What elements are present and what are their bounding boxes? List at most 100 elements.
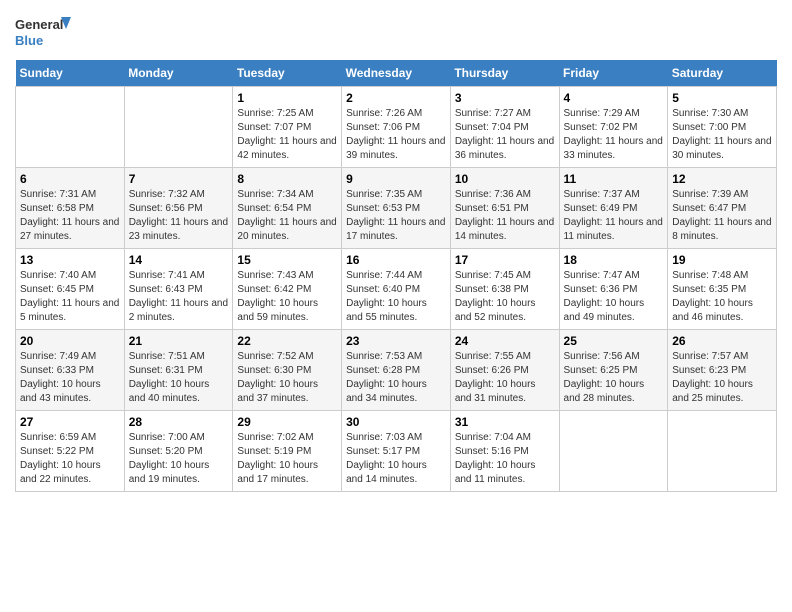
calendar-cell: 16 Sunrise: 7:44 AMSunset: 6:40 PMDayligh… bbox=[342, 249, 451, 330]
calendar-cell: 1Sunrise: 7:25 AMSunset: 7:07 PMDaylight… bbox=[233, 87, 342, 168]
calendar-cell: 31 Sunrise: 7:04 AMSunset: 5:16 PMDayligh… bbox=[450, 411, 559, 492]
calendar-week-1: 1Sunrise: 7:25 AMSunset: 7:07 PMDaylight… bbox=[16, 87, 777, 168]
calendar-table: SundayMondayTuesdayWednesdayThursdayFrid… bbox=[15, 60, 777, 492]
calendar-week-4: 20 Sunrise: 7:49 AMSunset: 6:33 PMDayligh… bbox=[16, 330, 777, 411]
day-info: Sunrise: 7:02 AMSunset: 5:19 PMDaylight:… bbox=[237, 431, 337, 487]
calendar-cell: 5 Sunrise: 7:30 AMSunset: 7:00 PMDaylight… bbox=[668, 87, 777, 168]
svg-text:General: General bbox=[15, 17, 63, 32]
day-info: Sunrise: 7:34 AMSunset: 6:54 PMDaylight:… bbox=[237, 188, 337, 244]
calendar-cell: 15 Sunrise: 7:43 AMSunset: 6:42 PMDayligh… bbox=[233, 249, 342, 330]
day-info: Sunrise: 7:35 AMSunset: 6:53 PMDaylight:… bbox=[346, 188, 446, 244]
day-number: 7 bbox=[129, 172, 229, 186]
day-info: Sunrise: 7:57 AMSunset: 6:23 PMDaylight:… bbox=[672, 350, 772, 406]
calendar-cell: 2 Sunrise: 7:26 AMSunset: 7:06 PMDaylight… bbox=[342, 87, 451, 168]
calendar-cell bbox=[124, 87, 233, 168]
day-info: Sunrise: 7:26 AMSunset: 7:06 PMDaylight:… bbox=[346, 107, 446, 163]
calendar-week-5: 27 Sunrise: 6:59 AMSunset: 5:22 PMDayligh… bbox=[16, 411, 777, 492]
day-number: 15 bbox=[237, 253, 337, 267]
day-info: Sunrise: 7:32 AMSunset: 6:56 PMDaylight:… bbox=[129, 188, 229, 244]
calendar-cell: 19 Sunrise: 7:48 AMSunset: 6:35 PMDayligh… bbox=[668, 249, 777, 330]
day-number: 17 bbox=[455, 253, 555, 267]
calendar-cell: 30 Sunrise: 7:03 AMSunset: 5:17 PMDayligh… bbox=[342, 411, 451, 492]
col-header-sunday: Sunday bbox=[16, 60, 125, 87]
day-info: Sunrise: 7:47 AMSunset: 6:36 PMDaylight:… bbox=[564, 269, 664, 325]
day-number: 27 bbox=[20, 415, 120, 429]
day-info: Sunrise: 7:30 AMSunset: 7:00 PMDaylight:… bbox=[672, 107, 772, 163]
day-number: 20 bbox=[20, 334, 120, 348]
calendar-cell: 25Sunrise: 7:56 AMSunset: 6:25 PMDayligh… bbox=[559, 330, 668, 411]
day-number: 6 bbox=[20, 172, 120, 186]
day-number: 29 bbox=[237, 415, 337, 429]
calendar-cell: 7 Sunrise: 7:32 AMSunset: 6:56 PMDaylight… bbox=[124, 168, 233, 249]
calendar-cell: 24Sunrise: 7:55 AMSunset: 6:26 PMDayligh… bbox=[450, 330, 559, 411]
calendar-cell: 23 Sunrise: 7:53 AMSunset: 6:28 PMDayligh… bbox=[342, 330, 451, 411]
day-number: 16 bbox=[346, 253, 446, 267]
col-header-tuesday: Tuesday bbox=[233, 60, 342, 87]
day-number: 14 bbox=[129, 253, 229, 267]
calendar-cell: 18 Sunrise: 7:47 AMSunset: 6:36 PMDayligh… bbox=[559, 249, 668, 330]
day-number: 22 bbox=[237, 334, 337, 348]
day-number: 28 bbox=[129, 415, 229, 429]
header: GeneralBlue bbox=[15, 15, 777, 50]
day-info: Sunrise: 7:00 AMSunset: 5:20 PMDaylight:… bbox=[129, 431, 229, 487]
day-number: 18 bbox=[564, 253, 664, 267]
calendar-cell: 12Sunrise: 7:39 AMSunset: 6:47 PMDayligh… bbox=[668, 168, 777, 249]
day-number: 12 bbox=[672, 172, 772, 186]
calendar-cell: 21 Sunrise: 7:51 AMSunset: 6:31 PMDayligh… bbox=[124, 330, 233, 411]
calendar-cell: 6 Sunrise: 7:31 AMSunset: 6:58 PMDaylight… bbox=[16, 168, 125, 249]
calendar-cell: 8 Sunrise: 7:34 AMSunset: 6:54 PMDaylight… bbox=[233, 168, 342, 249]
day-info: Sunrise: 7:31 AMSunset: 6:58 PMDaylight:… bbox=[20, 188, 120, 244]
col-header-wednesday: Wednesday bbox=[342, 60, 451, 87]
day-info: Sunrise: 7:45 AMSunset: 6:38 PMDaylight:… bbox=[455, 269, 555, 325]
day-number: 31 bbox=[455, 415, 555, 429]
day-info: Sunrise: 7:04 AMSunset: 5:16 PMDaylight:… bbox=[455, 431, 555, 487]
day-number: 5 bbox=[672, 91, 772, 105]
calendar-cell: 14 Sunrise: 7:41 AMSunset: 6:43 PMDayligh… bbox=[124, 249, 233, 330]
day-info: Sunrise: 7:37 AMSunset: 6:49 PMDaylight:… bbox=[564, 188, 664, 244]
svg-text:Blue: Blue bbox=[15, 33, 43, 48]
day-info: Sunrise: 7:36 AMSunset: 6:51 PMDaylight:… bbox=[455, 188, 555, 244]
calendar-cell: 11 Sunrise: 7:37 AMSunset: 6:49 PMDayligh… bbox=[559, 168, 668, 249]
day-info: Sunrise: 7:41 AMSunset: 6:43 PMDaylight:… bbox=[129, 269, 229, 325]
calendar-cell: 13Sunrise: 7:40 AMSunset: 6:45 PMDayligh… bbox=[16, 249, 125, 330]
day-number: 25 bbox=[564, 334, 664, 348]
calendar-cell: 29 Sunrise: 7:02 AMSunset: 5:19 PMDayligh… bbox=[233, 411, 342, 492]
day-number: 19 bbox=[672, 253, 772, 267]
day-info: Sunrise: 7:43 AMSunset: 6:42 PMDaylight:… bbox=[237, 269, 337, 325]
col-header-thursday: Thursday bbox=[450, 60, 559, 87]
calendar-cell bbox=[559, 411, 668, 492]
day-number: 8 bbox=[237, 172, 337, 186]
calendar-cell: 9 Sunrise: 7:35 AMSunset: 6:53 PMDaylight… bbox=[342, 168, 451, 249]
day-number: 23 bbox=[346, 334, 446, 348]
calendar-cell: 3 Sunrise: 7:27 AMSunset: 7:04 PMDaylight… bbox=[450, 87, 559, 168]
day-info: Sunrise: 7:03 AMSunset: 5:17 PMDaylight:… bbox=[346, 431, 446, 487]
day-info: Sunrise: 7:53 AMSunset: 6:28 PMDaylight:… bbox=[346, 350, 446, 406]
calendar-cell: 4Sunrise: 7:29 AMSunset: 7:02 PMDaylight… bbox=[559, 87, 668, 168]
day-number: 10 bbox=[455, 172, 555, 186]
day-number: 3 bbox=[455, 91, 555, 105]
calendar-cell: 27 Sunrise: 6:59 AMSunset: 5:22 PMDayligh… bbox=[16, 411, 125, 492]
day-number: 13 bbox=[20, 253, 120, 267]
col-header-saturday: Saturday bbox=[668, 60, 777, 87]
day-info: Sunrise: 7:44 AMSunset: 6:40 PMDaylight:… bbox=[346, 269, 446, 325]
day-info: Sunrise: 7:49 AMSunset: 6:33 PMDaylight:… bbox=[20, 350, 120, 406]
calendar-cell bbox=[668, 411, 777, 492]
calendar-cell: 26Sunrise: 7:57 AMSunset: 6:23 PMDayligh… bbox=[668, 330, 777, 411]
calendar-cell: 22 Sunrise: 7:52 AMSunset: 6:30 PMDayligh… bbox=[233, 330, 342, 411]
day-info: Sunrise: 6:59 AMSunset: 5:22 PMDaylight:… bbox=[20, 431, 120, 487]
day-number: 9 bbox=[346, 172, 446, 186]
calendar-week-3: 13Sunrise: 7:40 AMSunset: 6:45 PMDayligh… bbox=[16, 249, 777, 330]
calendar-cell: 20 Sunrise: 7:49 AMSunset: 6:33 PMDayligh… bbox=[16, 330, 125, 411]
day-number: 30 bbox=[346, 415, 446, 429]
day-number: 2 bbox=[346, 91, 446, 105]
calendar-header-row: SundayMondayTuesdayWednesdayThursdayFrid… bbox=[16, 60, 777, 87]
day-info: Sunrise: 7:27 AMSunset: 7:04 PMDaylight:… bbox=[455, 107, 555, 163]
calendar-cell: 10 Sunrise: 7:36 AMSunset: 6:51 PMDayligh… bbox=[450, 168, 559, 249]
day-number: 11 bbox=[564, 172, 664, 186]
day-info: Sunrise: 7:52 AMSunset: 6:30 PMDaylight:… bbox=[237, 350, 337, 406]
calendar-week-2: 6 Sunrise: 7:31 AMSunset: 6:58 PMDaylight… bbox=[16, 168, 777, 249]
day-info: Sunrise: 7:48 AMSunset: 6:35 PMDaylight:… bbox=[672, 269, 772, 325]
day-info: Sunrise: 7:29 AMSunset: 7:02 PMDaylight:… bbox=[564, 107, 664, 163]
day-info: Sunrise: 7:51 AMSunset: 6:31 PMDaylight:… bbox=[129, 350, 229, 406]
day-number: 21 bbox=[129, 334, 229, 348]
